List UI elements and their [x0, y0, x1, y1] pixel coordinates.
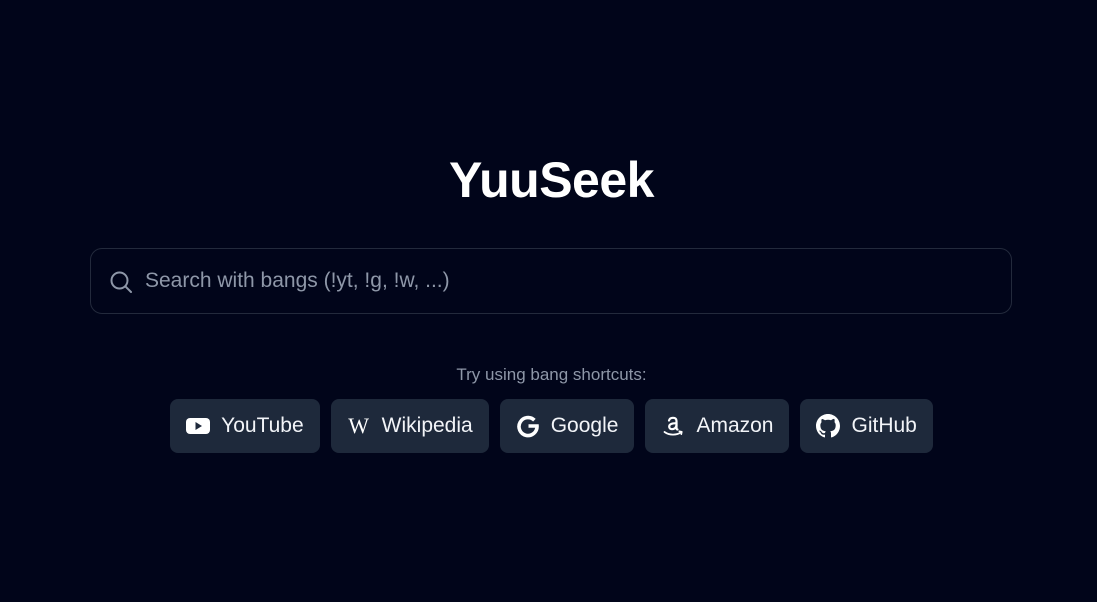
amazon-icon	[661, 414, 685, 438]
search-box[interactable]	[90, 248, 1012, 314]
shortcut-label: Amazon	[696, 414, 774, 437]
youtube-shortcut-button[interactable]: YouTube	[170, 399, 320, 453]
wikipedia-shortcut-button[interactable]: W Wikipedia	[330, 399, 489, 453]
search-input[interactable]	[145, 249, 995, 313]
shortcut-hint: Try using bang shortcuts:	[456, 365, 647, 384]
github-icon	[816, 414, 841, 438]
google-shortcut-button[interactable]: Google	[499, 399, 635, 453]
github-shortcut-button[interactable]: GitHub	[800, 399, 933, 453]
google-icon	[516, 414, 540, 438]
shortcut-label: YouTube	[221, 414, 304, 437]
shortcut-list: YouTube W Wikipedia Google Amazon GitHub	[0, 399, 1097, 453]
youtube-icon	[186, 414, 211, 438]
wikipedia-icon: W	[348, 413, 370, 438]
app-title: YuuSeek	[449, 152, 654, 208]
amazon-shortcut-button[interactable]: Amazon	[645, 399, 790, 453]
shortcut-label: Wikipedia	[381, 414, 473, 437]
shortcut-label: Google	[550, 414, 619, 437]
shortcut-label: GitHub	[851, 414, 917, 437]
search-icon	[110, 271, 132, 293]
